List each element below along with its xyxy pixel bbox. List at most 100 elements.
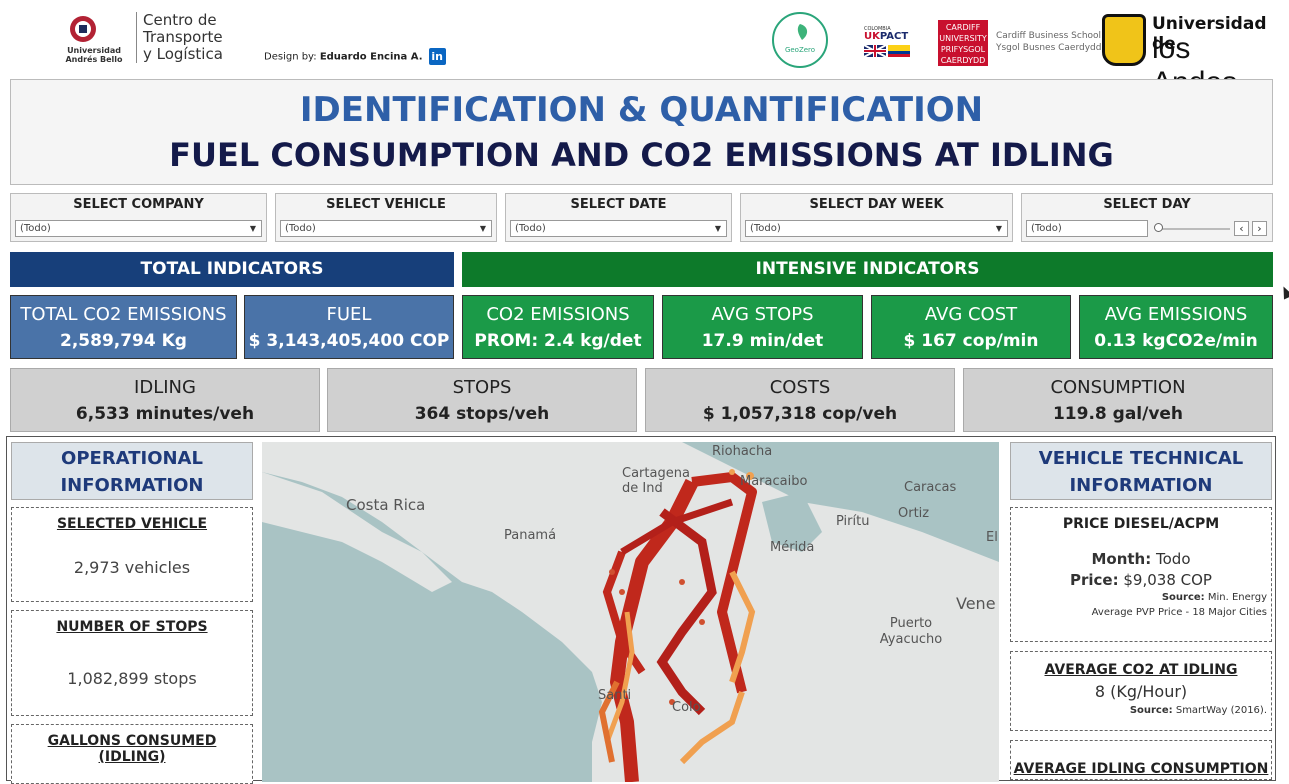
- month-label: Month:: [1091, 550, 1152, 568]
- map-label-caracas: Caracas: [904, 480, 957, 495]
- mouse-cursor-icon: [1278, 284, 1289, 300]
- kpi-label: STOPS: [452, 377, 512, 398]
- map-label-piritu: Pirítu: [836, 514, 870, 529]
- filter-label: SELECT VEHICLE: [326, 197, 446, 212]
- card-heading: SELECTED VEHICLE: [56, 516, 208, 532]
- kpi-label: COSTS: [769, 377, 831, 398]
- select-value: (Todo): [750, 223, 781, 234]
- map-view[interactable]: Riohacha Cartagena de Ind Maracaibo Cara…: [262, 442, 999, 782]
- card-value: 2,973 vehicles: [73, 558, 191, 577]
- card-heading: AVERAGE CO2 AT IDLING: [1044, 662, 1238, 678]
- kpi-value: 364 stops/veh: [414, 404, 550, 424]
- price-label: Price:: [1070, 571, 1119, 589]
- price-line: Price: $9,038 COP: [1011, 571, 1271, 589]
- day-slider-handle[interactable]: [1154, 223, 1163, 232]
- chevron-down-icon: ▼: [479, 224, 486, 233]
- uniandes-logo: Universidad de los Andes: [1102, 14, 1277, 99]
- filter-label: SELECT COMPANY: [73, 197, 204, 212]
- kpi-label: TOTAL CO2 EMISSIONS: [20, 304, 227, 325]
- page-title: IDENTIFICATION & QUANTIFICATION: [299, 90, 984, 130]
- kpi-co2-emissions: CO2 EMISSIONS PROM: 2.4 kg/det: [462, 295, 654, 359]
- day-select[interactable]: (Todo): [1026, 220, 1148, 237]
- map-label-santiago: Santi: [598, 688, 632, 703]
- geozero-logo: GeoZero: [772, 12, 828, 68]
- filter-day: SELECT DAY (Todo) ‹ ›: [1021, 193, 1273, 242]
- kpi-avg-cost: AVG COST $ 167 cop/min: [871, 295, 1071, 359]
- kpi-label: FUEL: [326, 304, 372, 325]
- source-value: SmartWay (2016).: [1175, 705, 1267, 716]
- card-value: 8 (Kg/Hour): [1094, 682, 1188, 701]
- price-note: Average PVP Price - 18 Major Cities: [1091, 607, 1267, 618]
- kpi-idling: IDLING 6,533 minutes/veh: [10, 368, 320, 432]
- technical-header: VEHICLE TECHNICAL INFORMATION: [1010, 442, 1272, 500]
- kpi-value: 0.13 kgCO2e/min: [1094, 331, 1258, 351]
- kpi-label: CO2 EMISSIONS: [486, 304, 630, 325]
- cbs-line2: Ysgol Busnes Caerdydd: [996, 43, 1102, 53]
- geozero-label: GeoZero: [784, 46, 816, 54]
- leaf-icon: [797, 24, 808, 40]
- map-label-costa-rica: Costa Rica: [346, 496, 426, 514]
- kpi-value: 6,533 minutes/veh: [75, 404, 255, 424]
- source-label: Source:: [1129, 705, 1173, 716]
- map-label-cartagena: Cartagena de Ind: [622, 466, 690, 496]
- kpi-label: AVG EMISSIONS: [1104, 304, 1248, 325]
- map-label-merida: Mérida: [770, 540, 815, 555]
- price-diesel-card: PRICE DIESEL/ACPM Month: Todo Price: $9,…: [1010, 507, 1272, 642]
- day-week-select[interactable]: (Todo) ▼: [745, 220, 1008, 237]
- uab-shield-icon: [70, 16, 96, 42]
- prev-day-button[interactable]: ‹: [1234, 221, 1249, 236]
- next-day-button[interactable]: ›: [1252, 221, 1267, 236]
- day-slider-track[interactable]: [1156, 228, 1230, 230]
- ctl-name: Centro de Transporte y Logística: [136, 12, 235, 63]
- cardiff-logo: CARDIFF UNIVERSITY PRIFYSGOL CAERDYDD: [938, 20, 988, 66]
- avg-idling-consumption-card: AVERAGE IDLING CONSUMPTION: [1010, 740, 1272, 780]
- map-label-ortiz: Ortiz: [898, 506, 930, 521]
- uab-name: Universidad Andrés Bello: [65, 46, 123, 64]
- month-line: Month: Todo: [1011, 550, 1271, 568]
- kpi-value: $ 1,057,318 cop/veh: [702, 404, 898, 424]
- kpi-value: 2,589,794 Kg: [60, 331, 187, 351]
- map-label-panama: Panamá: [504, 528, 557, 543]
- total-indicators-header: TOTAL INDICATORS: [10, 252, 454, 287]
- filter-company: SELECT COMPANY (Todo) ▼: [10, 193, 267, 242]
- design-credit: Design by: Eduardo Encina A. in: [264, 48, 446, 65]
- map-label-maracaibo: Maracaibo: [740, 474, 808, 489]
- designer-name: Eduardo Encina A.: [319, 51, 423, 63]
- select-value: (Todo): [20, 223, 51, 234]
- source-line: Source: SmartWay (2016).: [1011, 705, 1271, 716]
- month-value: Todo: [1156, 550, 1191, 568]
- vehicle-select[interactable]: (Todo) ▼: [280, 220, 492, 237]
- page-subtitle: FUEL CONSUMPTION AND CO2 EMISSIONS AT ID…: [169, 136, 1114, 174]
- kpi-consumption: CONSUMPTION 119.8 gal/veh: [963, 368, 1273, 432]
- title-box: IDENTIFICATION & QUANTIFICATION FUEL CON…: [10, 79, 1273, 185]
- date-select[interactable]: (Todo) ▼: [510, 220, 727, 237]
- technical-title: VEHICLE TECHNICAL INFORMATION: [1038, 448, 1244, 496]
- map-label-venezuela: Vene: [956, 594, 996, 613]
- company-select[interactable]: (Todo) ▼: [15, 220, 262, 237]
- select-value: (Todo): [1031, 223, 1062, 234]
- ukpact-logo: COLOMBIA UKPACT: [864, 26, 914, 57]
- filter-label: SELECT DAY: [1103, 197, 1191, 212]
- filter-label: SELECT DAY WEEK: [809, 197, 944, 212]
- linkedin-icon[interactable]: in: [428, 48, 446, 65]
- kpi-fuel: FUEL $ 3,143,405,400 COP: [244, 295, 454, 359]
- kpi-value: 119.8 gal/veh: [1052, 404, 1184, 424]
- select-value: (Todo): [515, 223, 546, 234]
- source-value: Min. Energy: [1207, 592, 1267, 603]
- chevron-down-icon: ▼: [249, 224, 256, 233]
- filter-date: SELECT DATE (Todo) ▼: [505, 193, 732, 242]
- uniandes-shield-icon: [1102, 14, 1146, 66]
- select-value: (Todo): [285, 223, 316, 234]
- chevron-down-icon: ▼: [995, 224, 1002, 233]
- source-label: Source:: [1161, 592, 1205, 603]
- colombia-flag-icon: [888, 45, 910, 57]
- map-label-puerto-ayacucho: Puerto Ayacucho: [879, 616, 943, 647]
- filter-vehicle: SELECT VEHICLE (Todo) ▼: [275, 193, 497, 242]
- operational-header: OPERATIONAL INFORMATION: [11, 442, 253, 500]
- chevron-down-icon: ▼: [714, 224, 721, 233]
- ukpact-uk: UK: [864, 31, 880, 42]
- number-of-stops-card: NUMBER OF STOPS 1,082,899 stops: [11, 610, 253, 716]
- kpi-stops: STOPS 364 stops/veh: [327, 368, 637, 432]
- kpi-costs: COSTS $ 1,057,318 cop/veh: [645, 368, 955, 432]
- price-value: $9,038 COP: [1123, 571, 1212, 589]
